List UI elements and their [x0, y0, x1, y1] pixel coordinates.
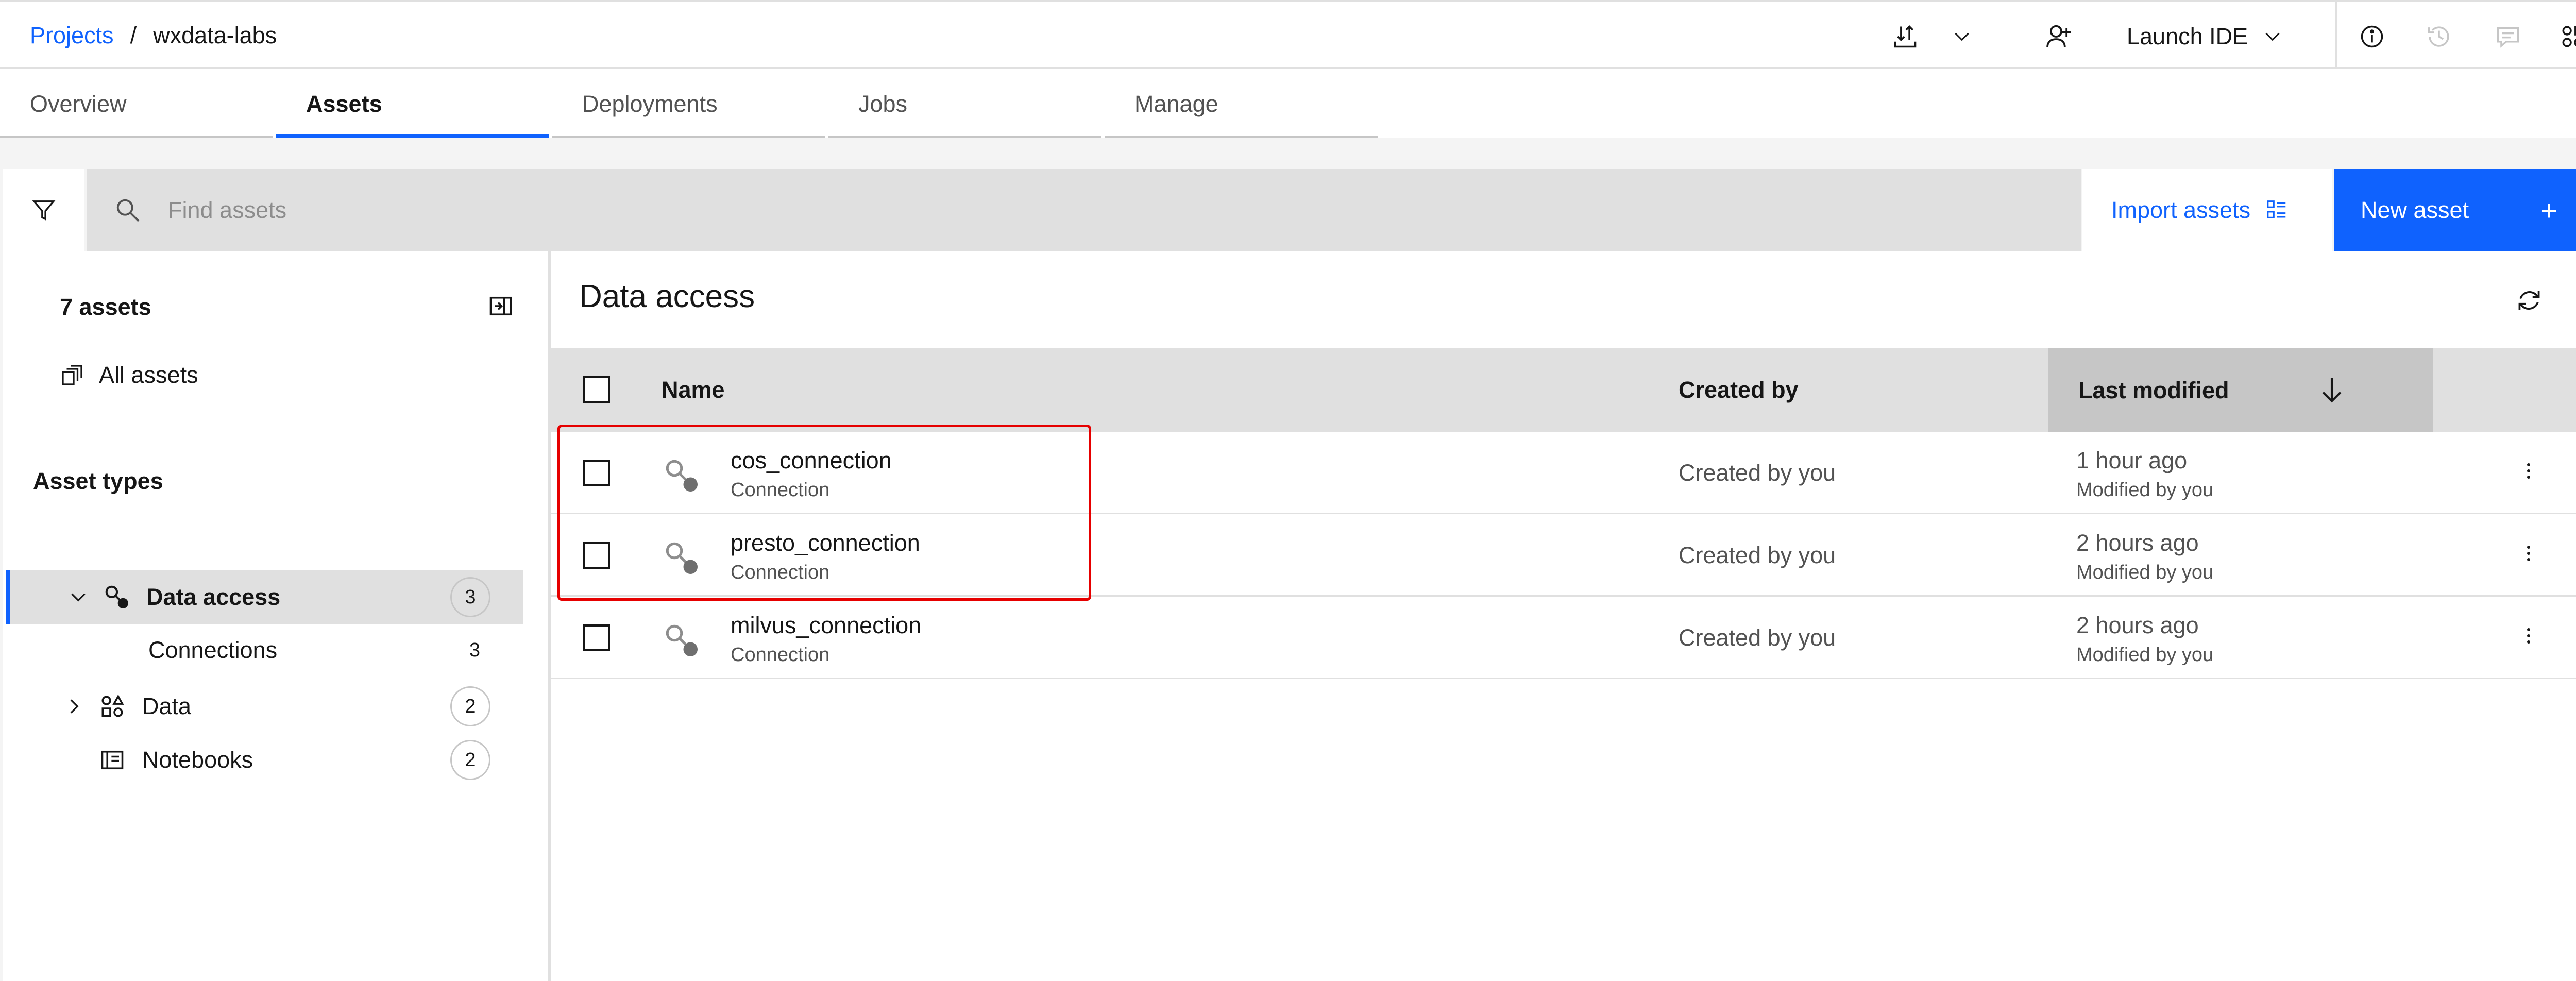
select-all-checkbox[interactable] — [583, 376, 610, 403]
last-modified: 2 hours ago — [2076, 612, 2199, 638]
comments-icon[interactable] — [2494, 22, 2522, 51]
filter-button[interactable] — [3, 169, 84, 251]
sidebar-item-data[interactable]: Data 2 — [6, 679, 523, 734]
top-header: Projects / wxdata-labs Launch IDE — [0, 0, 2576, 69]
tab-jobs[interactable]: Jobs — [828, 69, 1105, 138]
history-icon[interactable] — [2425, 22, 2453, 51]
import-assets-button[interactable]: Import assets — [2082, 169, 2332, 251]
sidebar-item-label: Data — [142, 693, 192, 719]
asset-name-link[interactable]: milvus_connection — [731, 612, 921, 639]
column-header-last-modified[interactable]: Last modified — [2048, 348, 2433, 432]
filter-icon — [31, 197, 57, 223]
asset-type: Connection — [731, 479, 830, 501]
count-badge: 3 — [450, 577, 490, 617]
table-row[interactable]: milvus_connection Connection Created by … — [551, 597, 2576, 679]
asset-count: 7 assets — [60, 294, 151, 320]
sidebar-item-data-access[interactable]: Data access 3 — [6, 570, 523, 624]
asset-name-link[interactable]: presto_connection — [731, 530, 920, 556]
modified-by: Modified by you — [2076, 562, 2214, 583]
created-by: Created by you — [1679, 624, 1836, 651]
chevron-right-icon[interactable] — [64, 696, 84, 717]
search-bar — [87, 169, 2081, 251]
column-header-created-by[interactable]: Created by — [1679, 348, 1799, 432]
modified-by: Modified by you — [2076, 479, 2214, 501]
tab-deployments[interactable]: Deployments — [552, 69, 828, 138]
chevron-down-icon — [2262, 26, 2283, 47]
row-checkbox[interactable] — [583, 542, 610, 569]
tab-manage[interactable]: Manage — [1105, 69, 1381, 138]
new-asset-button[interactable]: New asset + — [2334, 169, 2576, 251]
collapse-panel-icon[interactable] — [487, 293, 514, 319]
column-header-name[interactable]: Name — [662, 348, 725, 432]
sidebar-item-notebooks[interactable]: Notebooks 2 — [6, 733, 523, 787]
last-modified: 1 hour ago — [2076, 447, 2188, 473]
tab-assets[interactable]: Assets — [276, 69, 552, 138]
created-by: Created by you — [1679, 460, 1836, 486]
plus-icon: + — [2540, 194, 2557, 227]
last-modified: 2 hours ago — [2076, 530, 2199, 556]
table-row[interactable]: cos_connection Connection Created by you… — [551, 432, 2576, 514]
created-by: Created by you — [1679, 542, 1836, 568]
overflow-menu-icon[interactable] — [2516, 541, 2541, 566]
chevron-down-icon[interactable] — [68, 587, 89, 607]
all-assets-label: All assets — [99, 362, 198, 388]
import-assets-label: Import assets — [2111, 197, 2251, 223]
sidebar-divider — [548, 251, 551, 981]
connection-icon — [662, 455, 703, 497]
new-asset-label: New asset — [2361, 197, 2469, 223]
table-header: Name Created by Last modified — [551, 348, 2576, 432]
connection-icon — [662, 620, 703, 662]
all-assets-link[interactable]: All assets — [60, 360, 198, 391]
upload-download-icon[interactable] — [1891, 22, 1920, 51]
modified-by: Modified by you — [2076, 644, 2214, 666]
page-title: Data access — [579, 279, 755, 314]
column-header-label: Last modified — [2078, 377, 2229, 403]
asset-type: Connection — [731, 644, 830, 666]
search-input[interactable] — [168, 190, 1714, 231]
count-text: 3 — [469, 639, 480, 661]
launch-ide-label: Launch IDE — [2127, 23, 2248, 49]
row-checkbox[interactable] — [583, 460, 610, 486]
project-tabs: Overview Assets Deployments Jobs Manage — [0, 69, 1381, 138]
info-icon[interactable] — [2358, 22, 2386, 51]
chevron-down-icon[interactable] — [1947, 22, 1976, 51]
connection-icon — [103, 583, 131, 611]
notebook-icon — [99, 747, 126, 773]
asset-sidebar: 7 assets All assets Asset types Data acc… — [0, 251, 549, 981]
breadcrumb-projects-link[interactable]: Projects — [30, 20, 114, 51]
asset-type: Connection — [731, 562, 830, 583]
search-icon — [113, 196, 142, 225]
sidebar-item-label: Notebooks — [142, 747, 253, 773]
count-badge: 2 — [450, 686, 490, 726]
asset-types-heading: Asset types — [33, 468, 163, 494]
overflow-menu-icon[interactable] — [2516, 623, 2541, 648]
table-row[interactable]: presto_connection Connection Created by … — [551, 514, 2576, 597]
breadcrumb-current-project: wxdata-labs — [153, 22, 277, 48]
sort-arrow-down-icon[interactable] — [2316, 374, 2347, 405]
sidebar-item-connections[interactable]: Connections 3 — [6, 624, 523, 676]
tab-overview[interactable]: Overview — [0, 69, 276, 138]
asset-name-link[interactable]: cos_connection — [731, 447, 892, 474]
sidebar-item-label: Connections — [148, 637, 278, 663]
copy-stack-icon — [60, 363, 84, 387]
breadcrumb: Projects / wxdata-labs — [30, 20, 277, 51]
refresh-icon[interactable] — [2515, 286, 2543, 314]
row-checkbox[interactable] — [583, 624, 610, 651]
sidebar-item-label: Data access — [146, 584, 281, 610]
overflow-menu-icon[interactable] — [2516, 459, 2541, 483]
spacer-band — [0, 138, 2576, 169]
apps-grid-icon[interactable] — [2558, 22, 2576, 51]
add-collaborator-icon[interactable] — [2044, 22, 2073, 51]
import-icon — [2265, 198, 2289, 222]
breadcrumb-separator: / — [130, 22, 137, 48]
connection-icon — [662, 538, 703, 579]
launch-ide-menu[interactable]: Launch IDE — [2127, 22, 2283, 51]
data-shapes-icon — [99, 693, 126, 720]
count-badge: 2 — [450, 740, 490, 780]
header-divider — [2335, 2, 2337, 69]
